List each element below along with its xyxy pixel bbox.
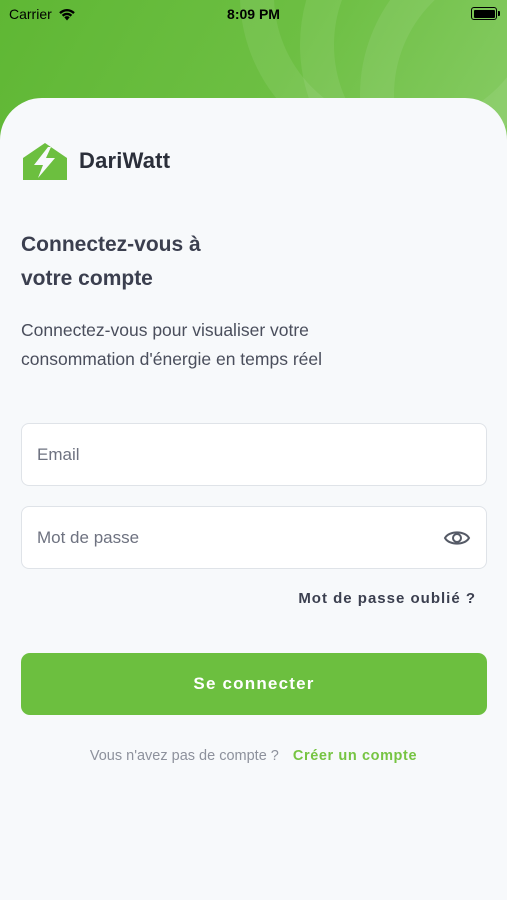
eye-icon[interactable] [443, 525, 471, 551]
login-button[interactable]: Se connecter [21, 653, 487, 715]
title-line-2: votre compte [21, 267, 153, 290]
email-field-container [21, 423, 487, 486]
password-field-container [21, 506, 487, 569]
status-bar: Carrier 8:09 PM [0, 0, 507, 28]
subtitle-line-1: Connectez-vous pour visualiser votre [21, 320, 309, 340]
forgot-password-link[interactable]: Mot de passe oublié ? [298, 590, 476, 607]
brand-name: DariWatt [79, 148, 171, 173]
no-account-text: Vous n'avez pas de compte ? [89, 748, 279, 764]
signup-row: Vous n'avez pas de compte ? Créer un com… [0, 748, 507, 764]
page-title: Connectez-vous à votre compte [21, 228, 321, 296]
house-lightning-icon [23, 143, 67, 180]
title-line-1: Connectez-vous à [21, 233, 201, 256]
battery-icon [471, 7, 500, 20]
create-account-link[interactable]: Créer un compte [293, 748, 417, 764]
email-input[interactable] [37, 444, 471, 465]
page-subtitle: Connectez-vous pour visualiser votre con… [21, 316, 441, 374]
password-input[interactable] [37, 527, 437, 548]
brand-logo: DariWatt [21, 142, 170, 180]
subtitle-line-2: consommation d'énergie en temps réel [21, 349, 323, 369]
clock: 8:09 PM [227, 6, 280, 22]
login-card: DariWatt Connectez-vous à votre compte C… [0, 98, 507, 900]
